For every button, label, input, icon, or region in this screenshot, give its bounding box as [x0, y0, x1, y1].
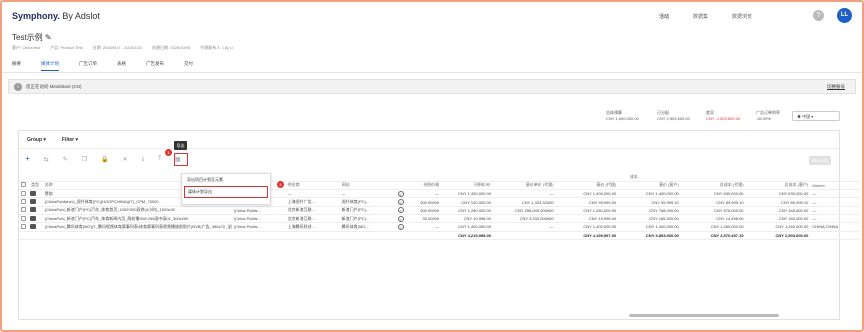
step-badge-2: 2	[277, 181, 284, 188]
col-base-unit-agency[interactable]: 基价单价 (代理)	[492, 181, 556, 191]
export-tooltip: 导出	[174, 141, 187, 150]
display-icon	[29, 215, 36, 221]
status-check-icon: ✓	[397, 199, 404, 206]
col-status	[395, 181, 409, 191]
toolbar: + ⇆ ✎ ❐ 🔒 ✕ ⤓ ⤒ ▦	[25, 155, 181, 164]
meta-product: 产品: Product Test	[50, 45, 83, 50]
total-base-agency: CNY 4,199,997.00	[555, 231, 619, 240]
summary-budget: 总体预算 CNY 1,000,000.00	[606, 110, 639, 121]
col-list-unit[interactable]: 刊例价/价	[441, 181, 493, 191]
col-site[interactable]: 网站	[339, 181, 396, 191]
export-highlight	[174, 153, 188, 166]
export-menu: 导出项目计划至元素 媒体计划导出	[181, 173, 271, 205]
col-base-client[interactable]: 基价 (客户)	[618, 181, 681, 191]
meta-contact: 代理联系人: Lily Li	[200, 45, 233, 50]
col-vendor[interactable]: 供应商	[285, 181, 340, 191]
status-check-icon: ✓	[397, 215, 404, 222]
display-icon	[29, 199, 36, 205]
group-dropdown[interactable]: Group ▾	[27, 137, 46, 143]
nav-datasets[interactable]: 数据集	[693, 13, 708, 20]
campaign-meta: 客户: China test 产品: Product Test 日期: 2025…	[12, 45, 233, 51]
copy-icon[interactable]: ❐	[82, 156, 87, 163]
select-all-checkbox[interactable]	[21, 182, 26, 188]
col-market[interactable]: Market	[810, 181, 859, 191]
col-type[interactable]: 类型	[27, 181, 43, 191]
total-list-unit: CNY 4,219,998.00	[441, 231, 493, 240]
status-check-icon: ✓	[397, 223, 404, 230]
divider	[2, 72, 862, 73]
menu-item-export-elements[interactable]: 导出项目计划至元素	[182, 174, 270, 186]
confirm-plan-button[interactable]: 确认计划	[809, 156, 831, 165]
group-header-row: 成本	[19, 173, 859, 182]
tab-delivery[interactable]: 交付	[184, 61, 193, 71]
export-icon[interactable]: ⤒	[158, 156, 161, 163]
media-plan-card: Group ▾ Filter ▾ + ⇆ ✎ ❐ 🔒 ✕ ⤓ ⤒ ▦ 导出 1 …	[18, 130, 859, 320]
col-list-price[interactable]: 刊例价格	[408, 181, 442, 191]
edit-icon[interactable]: ✎	[63, 156, 68, 163]
meta-dates: 日期: 2025/6/17 - 2024/2/22	[92, 45, 142, 50]
sponsorship-icon	[29, 190, 36, 196]
account-banner: i 您正在访问 Mindshare (CN) 切换账号	[8, 79, 856, 94]
help-icon[interactable]: ?	[813, 10, 824, 21]
move-icon[interactable]: ⇆	[44, 156, 49, 163]
col-total-agency[interactable]: 总成本 (代理)	[680, 181, 746, 191]
lock-icon[interactable]: 🔒	[101, 156, 108, 163]
horizontal-scrollbar[interactable]	[629, 314, 779, 317]
page-title[interactable]: Test示例 ✎	[12, 32, 52, 43]
table-row[interactable]: (ChinaPublisher)_虎扑体育(PC)(HOOPCHINA)(IT)…	[19, 197, 859, 207]
brand-logo[interactable]: Symphony. By Adslot	[12, 11, 100, 21]
row-checkbox[interactable]	[21, 215, 26, 221]
tab-summary[interactable]: 摘要	[12, 61, 21, 71]
media-plan-table: 成本 类型 名称 供应商 网站 刊例价格 刊例价/价 基价单价 (代理) 基价 …	[19, 173, 859, 240]
summary-variance: 差异 CNY -1,503,600.00	[706, 110, 741, 121]
currency-select[interactable]: ◉ 中国 ▾	[792, 111, 840, 121]
cost-group-header: 成本	[408, 173, 859, 182]
total-base-client: CNY 3,853,500.00	[618, 231, 681, 240]
column-header-row: 类型 名称 供应商 网站 刊例价格 刊例价/价 基价单价 (代理) 基价 (代理…	[19, 181, 859, 191]
meta-client: 客户: China test	[12, 45, 41, 50]
divider	[19, 148, 839, 149]
table-row[interactable]: (ChinaPubl_新浪门户(PC)汽车_体育新闻内页_两轮播300*250画…	[19, 214, 859, 224]
group-filter-bar: Group ▾ Filter ▾	[27, 137, 78, 143]
table-row[interactable]: 赞助(China Publis...—— ✓ —CNY 1,400,000.00…	[19, 189, 859, 199]
table-row[interactable]: (ChinaPubl_新浪门户(PC)汽车_体育首页_1000*300双拼(4小…	[19, 206, 859, 216]
download-icon[interactable]: ⤓	[142, 156, 145, 163]
meta-created: 创建日期: 2025/10/05	[152, 45, 191, 50]
top-nav: 活动 数据集 数据浏览	[659, 13, 752, 20]
row-checkbox[interactable]	[21, 190, 26, 196]
tab-orders[interactable]: 广告订单	[79, 61, 97, 71]
switch-account-link[interactable]: 切换账号	[827, 84, 845, 90]
tab-publish[interactable]: 广告发布	[146, 61, 164, 71]
tab-forms[interactable]: 表格	[117, 61, 126, 71]
table-row[interactable]: (ChinaPubl_腾讯体育(MO)(T_腾讯视频体育赛事列表/体育赛事列表视…	[19, 222, 859, 232]
summary-ratio: 广告订单利率 -39.09%	[756, 110, 780, 121]
total-client: CNY 2,503,600.00	[745, 231, 811, 240]
top-bar: Symphony. By Adslot 活动 数据集 数据浏览 ? LL	[12, 8, 852, 26]
totals-row: CNY 4,219,998.00 CNY 4,199,997.00 CNY 3,…	[19, 231, 859, 240]
row-checkbox[interactable]	[21, 207, 26, 213]
col-total-client[interactable]: 总成本 (客户)	[745, 181, 811, 191]
banner-text: 您正在访问 Mindshare (CN)	[26, 84, 82, 89]
campaign-tabs: 摘要 媒体计划 广告订单 表格 广告发布 交付	[12, 61, 193, 71]
nav-activity[interactable]: 活动	[659, 13, 669, 20]
delete-icon[interactable]: ✕	[123, 156, 128, 163]
filter-dropdown[interactable]: Filter ▾	[62, 137, 78, 143]
info-icon: i	[14, 83, 22, 91]
row-checkbox[interactable]	[21, 199, 26, 205]
add-icon[interactable]: +	[25, 155, 30, 163]
menu-item-export-media-plan[interactable]: 媒体计划导出	[184, 186, 268, 198]
status-check-icon: ✓	[397, 207, 404, 214]
col-base-agency[interactable]: 基价 (代理)	[555, 181, 619, 191]
app-window: Symphony. By Adslot 活动 数据集 数据浏览 ? LL Tes…	[0, 0, 864, 332]
tab-media-plan[interactable]: 媒体计划	[41, 61, 59, 71]
step-badge-1: 1	[165, 149, 172, 156]
nav-data-browse[interactable]: 数据浏览	[732, 13, 752, 20]
row-checkbox[interactable]	[21, 223, 26, 229]
avatar[interactable]: LL	[837, 8, 852, 23]
status-check-icon: ✓	[397, 190, 404, 197]
display-icon	[29, 207, 36, 213]
total-agency: CNY 2,570,497.10	[680, 231, 746, 240]
display-icon	[29, 223, 36, 229]
summary-allocated: 已分配 CNY 2,503,600.00	[657, 110, 690, 121]
